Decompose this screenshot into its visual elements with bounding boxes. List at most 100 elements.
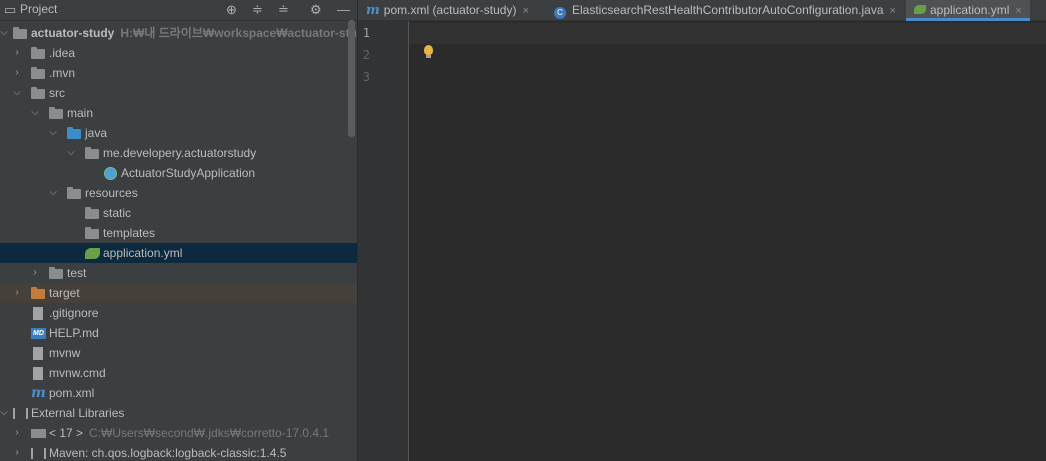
folder-icon	[31, 47, 47, 60]
collapse-all-icon[interactable]: ≐	[278, 2, 289, 18]
class-icon: C	[554, 7, 566, 19]
tree-item-idea[interactable]: › .idea	[0, 43, 357, 63]
tree-item-label: resources	[85, 186, 138, 200]
tree-item-path-hint: C:₩Users₩second₩.jdks₩corretto-17.0.4.1	[89, 426, 330, 440]
tree-item-mvnw[interactable]: mvnw	[0, 343, 357, 363]
tree-item-resources[interactable]: ⌵ resources	[0, 183, 357, 203]
line-number: 2	[362, 48, 370, 62]
tab-label: ElasticsearchRestHealthContributorAutoCo…	[572, 3, 884, 17]
tree-item-label: static	[103, 206, 132, 220]
source-folder-icon	[67, 127, 83, 140]
script-file-icon	[31, 347, 47, 360]
tree-item-label: java	[85, 126, 108, 140]
chevron-right-icon[interactable]: ›	[11, 283, 23, 303]
folder-icon	[85, 207, 101, 220]
tree-item-label: HELP.md	[49, 326, 99, 340]
tree-item-label: .mvn	[49, 66, 76, 80]
folder-icon	[49, 267, 65, 280]
tab-elasticsearch-config[interactable]: C ElasticsearchRestHealthContributorAutoC…	[554, 0, 896, 20]
tree-item-label: pom.xml	[49, 386, 95, 400]
chevron-right-icon[interactable]: ›	[11, 443, 23, 461]
yaml-icon	[85, 247, 101, 260]
tree-item-java[interactable]: ⌵ java	[0, 123, 357, 143]
gear-icon[interactable]: ⚙	[310, 2, 322, 18]
resources-folder-icon	[67, 187, 83, 200]
maven-icon: m	[31, 385, 46, 401]
tree-item-label: me.developery.actuatorstudy	[103, 146, 257, 160]
gitignore-file-icon	[31, 307, 47, 320]
chevron-right-icon[interactable]: ›	[11, 63, 23, 83]
project-panel-header: ▭ Project ⊕ ≑ ≐ ⚙ —	[0, 0, 357, 21]
tree-item-actuator-study-application[interactable]: ActuatorStudyApplication	[0, 163, 357, 183]
chevron-down-icon[interactable]: ⌵	[65, 143, 77, 163]
project-panel-title[interactable]: Project	[20, 2, 57, 16]
code-text-area[interactable]	[409, 21, 1046, 461]
expand-all-icon[interactable]: ≑	[252, 2, 263, 18]
folder-icon	[31, 67, 47, 80]
chevron-down-icon[interactable]: ⌵	[11, 83, 23, 103]
tree-item-main[interactable]: ⌵ main	[0, 103, 357, 123]
view-mode-icon[interactable]: ▭	[4, 2, 16, 18]
chevron-down-icon[interactable]: ⌵	[47, 123, 59, 143]
chevron-down-icon[interactable]: ⌵	[0, 403, 10, 423]
tree-item-actuator-study[interactable]: ⌵ actuator-study H:₩내 드라이브₩workspace₩actu…	[0, 23, 357, 43]
tree-item-target[interactable]: › target	[0, 283, 357, 303]
tree-item-label: src	[49, 86, 65, 100]
tree-item-mvnw-cmd[interactable]: mvnw.cmd	[0, 363, 357, 383]
tree-item-static[interactable]: static	[0, 203, 357, 223]
tree-item-test[interactable]: › test	[0, 263, 357, 283]
maven-icon: m	[366, 3, 380, 18]
tree-item-label: ActuatorStudyApplication	[121, 166, 256, 180]
tree-item-external-libraries[interactable]: ⌵ External Libraries	[0, 403, 357, 423]
tree-item-label: application.yml	[103, 246, 183, 260]
chevron-down-icon[interactable]: ⌵	[0, 23, 10, 43]
editor-tab-bar: m pom.xml (actuator-study) × C Elasticsearc…	[358, 0, 1046, 21]
tree-item-label: actuator-study	[31, 26, 115, 40]
tree-item-logback-classic[interactable]: › Maven: ch.qos.logback:logback-classic:…	[0, 443, 357, 461]
tree-item-label: Maven: ch.qos.logback:logback-classic:1.…	[49, 446, 287, 460]
chevron-right-icon[interactable]: ›	[11, 43, 23, 63]
tree-item-gitignore[interactable]: .gitignore	[0, 303, 357, 323]
package-icon	[85, 147, 101, 160]
tree-item-package[interactable]: ⌵ me.developery.actuatorstudy	[0, 143, 357, 163]
chevron-down-icon[interactable]: ⌵	[29, 103, 41, 123]
tree-item-mvn[interactable]: › .mvn	[0, 63, 357, 83]
tree-item-label: .idea	[49, 46, 76, 60]
tree-item-help-md[interactable]: MD HELP.md	[0, 323, 357, 343]
locate-icon[interactable]: ⊕	[226, 2, 237, 18]
tree-item-label: target	[49, 286, 80, 300]
line-number: 1	[362, 26, 370, 40]
tree-item-label: < 17 >	[49, 426, 84, 440]
text-file-icon	[31, 367, 47, 380]
module-folder-icon	[13, 27, 29, 40]
tree-item-jdk-17[interactable]: › < 17 > C:₩Users₩second₩.jdks₩corretto-1…	[0, 423, 357, 443]
tab-application-yml[interactable]: application.yml ×	[906, 0, 1030, 21]
tree-item-path-hint: H:₩내 드라이브₩workspace₩actuator-study	[120, 26, 357, 40]
library-jar-icon	[31, 447, 47, 460]
tree-item-label: mvnw.cmd	[49, 366, 106, 380]
folder-icon	[31, 87, 47, 100]
close-icon[interactable]: ×	[522, 5, 528, 17]
chevron-right-icon[interactable]: ›	[11, 423, 23, 443]
folder-icon	[49, 107, 65, 120]
tab-pom-xml[interactable]: m pom.xml (actuator-study) ×	[366, 0, 529, 20]
tab-label: pom.xml (actuator-study)	[383, 3, 517, 17]
tree-item-templates[interactable]: templates	[0, 223, 357, 243]
tree-item-pom-xml[interactable]: m pom.xml	[0, 383, 357, 403]
excluded-folder-icon	[31, 287, 47, 300]
project-panel-scrollbar[interactable]	[348, 20, 355, 137]
tree-item-label: templates	[103, 226, 156, 240]
hide-icon[interactable]: —	[337, 2, 350, 18]
spring-class-icon	[103, 167, 119, 180]
folder-icon	[85, 227, 101, 240]
line-number-gutter[interactable]: 1 2 3	[358, 21, 409, 461]
editor-area: m pom.xml (actuator-study) × C Elasticsearc…	[358, 0, 1046, 461]
chevron-right-icon[interactable]: ›	[29, 263, 41, 283]
close-icon[interactable]: ×	[1015, 5, 1021, 17]
chevron-down-icon[interactable]: ⌵	[47, 183, 59, 203]
tree-item-src[interactable]: ⌵ src	[0, 83, 357, 103]
tree-item-label: External Libraries	[31, 406, 125, 420]
tree-item-label: main	[67, 106, 94, 120]
close-icon[interactable]: ×	[890, 5, 896, 17]
tree-item-application-yml[interactable]: application.yml	[0, 243, 357, 263]
